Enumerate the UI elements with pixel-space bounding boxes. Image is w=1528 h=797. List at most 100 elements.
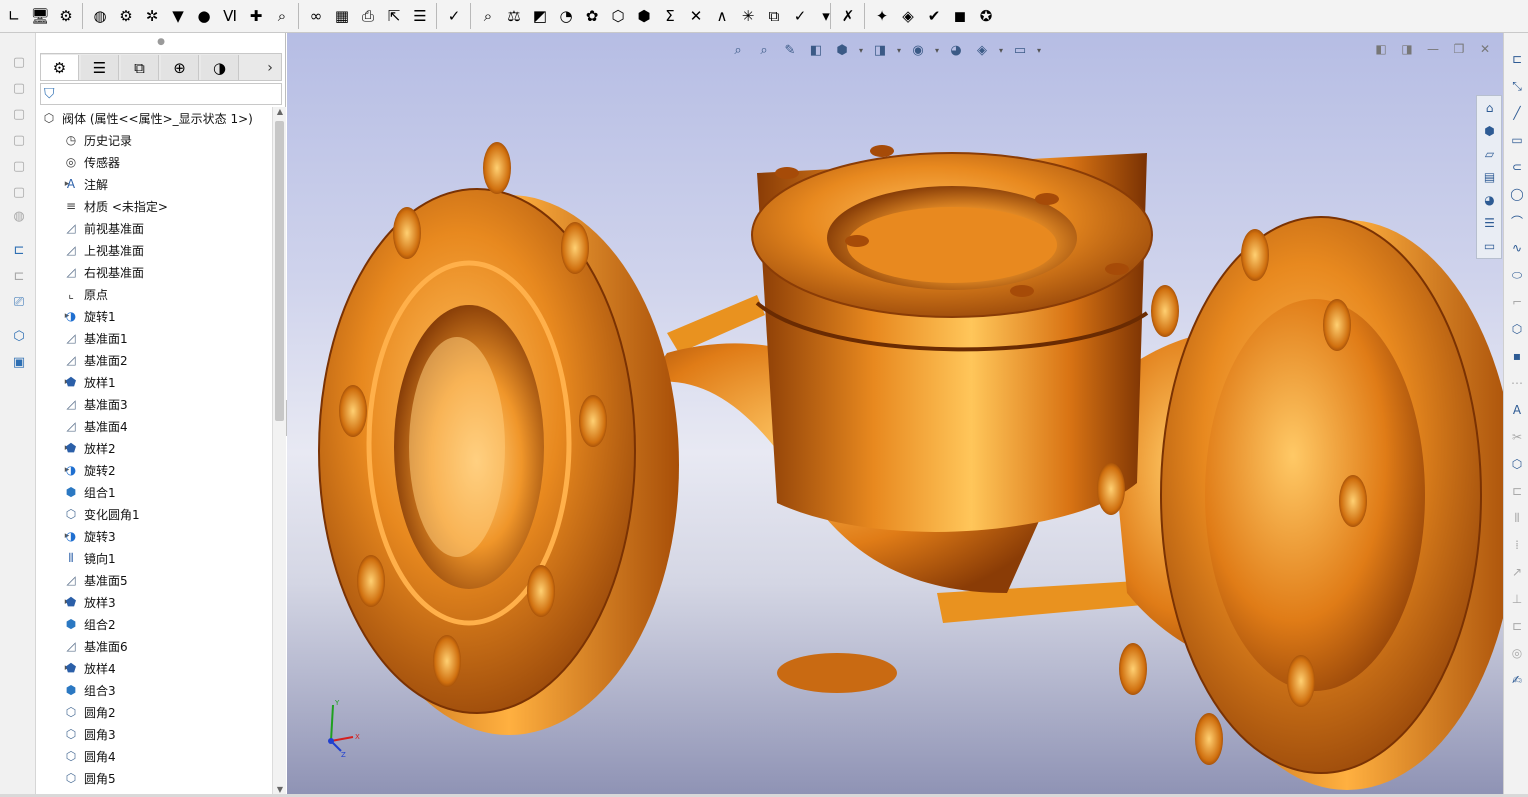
part-icon[interactable]: ⬡ — [8, 325, 30, 347]
polygon-icon[interactable]: ⬡ — [1507, 319, 1527, 339]
smart-dim-icon[interactable]: ⤡ — [1507, 76, 1527, 96]
tree-item[interactable]: ◿ 基准面2 — [36, 349, 272, 371]
monitor-small-icon[interactable]: ⎚ — [8, 291, 30, 313]
tabs-more-icon[interactable]: › — [261, 55, 279, 80]
tree-item[interactable]: ▸ A 注解 — [36, 173, 272, 195]
custom-properties-icon[interactable]: ☰ — [1479, 213, 1500, 233]
drawing-icon[interactable]: ▣ — [8, 351, 30, 373]
tree-item[interactable]: ⬢ 组合3 — [36, 679, 272, 701]
centerline-icon[interactable]: ⋯ — [1507, 373, 1527, 393]
point-icon[interactable]: ▪ — [1507, 346, 1527, 366]
tree-item[interactable]: ⬡ 圆角4 — [36, 745, 272, 767]
tree-item[interactable]: ◿ 前视基准面 — [36, 217, 272, 239]
pdm-icon[interactable]: ◼ — [948, 4, 972, 28]
home-icon[interactable]: ⌂ — [1479, 98, 1500, 118]
magnifier-icon[interactable]: ⌕ — [270, 4, 294, 28]
slot-icon[interactable]: ⊂ — [1507, 157, 1527, 177]
rapid-sketch-icon[interactable]: ✍ — [1507, 670, 1527, 690]
box-render-icon[interactable]: ◍ — [8, 205, 30, 227]
zoom-to-area-icon[interactable]: ⌕ — [753, 40, 775, 60]
section-view-icon[interactable]: ◧ — [805, 40, 827, 60]
view-orientation-icon[interactable]: ⬢ — [831, 40, 853, 60]
box-hidden-icon[interactable]: ▢ — [8, 103, 30, 125]
box-icon[interactable]: ▢ — [8, 51, 30, 73]
tree-item[interactable]: ▸ ⬟ 放样4 — [36, 657, 272, 679]
rect-sketch-icon[interactable]: ⊏ — [8, 239, 30, 261]
interference-icon[interactable]: ✓ — [788, 4, 812, 28]
tree-item[interactable]: ◷ 历史记录 — [36, 129, 272, 151]
mirror-sketch-icon[interactable]: ⫴ — [1507, 508, 1527, 528]
tree-item[interactable]: ▸ ◑ 旋转1 — [36, 305, 272, 327]
box-shaded-icon[interactable]: ▢ — [8, 129, 30, 151]
pattern-icon[interactable]: ⁞ — [1507, 535, 1527, 555]
chevron-down-icon[interactable]: ▾ — [997, 46, 1005, 55]
file-explorer-icon[interactable]: ▱ — [1479, 144, 1500, 164]
view-settings-icon[interactable]: ▭ — [1009, 40, 1031, 60]
previous-view-icon[interactable]: ✎ — [779, 40, 801, 60]
binoculars-icon[interactable]: ∞ — [304, 4, 328, 28]
panel-right-icon[interactable]: ◨ — [1399, 41, 1415, 57]
tree-item[interactable]: ⬡ 圆角3 — [36, 723, 272, 745]
section-icon[interactable]: ◩ — [528, 4, 552, 28]
report-icon[interactable]: ☰ — [408, 4, 432, 28]
tree-item[interactable]: ◎ 传感器 — [36, 151, 272, 173]
tab-featuremanager[interactable]: ⚙ — [41, 55, 79, 80]
spline-icon[interactable]: ∿ — [1507, 238, 1527, 258]
tree-item[interactable]: ⫴ 镜向1 — [36, 547, 272, 569]
hopper-icon[interactable]: ▼ — [166, 4, 190, 28]
repair-icon[interactable]: ⊏ — [1507, 616, 1527, 636]
tree-item[interactable]: ◿ 基准面1 — [36, 327, 272, 349]
tree-item[interactable]: ▸ ⬟ 放样1 — [36, 371, 272, 393]
spell-check-icon[interactable]: ✓ — [442, 4, 466, 28]
zoom-to-fit-icon[interactable]: ⌕ — [727, 40, 749, 60]
web-icon[interactable]: ✪ — [974, 4, 998, 28]
check-icon[interactable]: ✿ — [580, 4, 604, 28]
panel-grip[interactable]: ● — [36, 33, 286, 51]
approve-icon[interactable]: ✔ — [922, 4, 946, 28]
tree-item[interactable]: ◿ 基准面3 — [36, 393, 272, 415]
tree-item[interactable]: ⬢ 组合1 — [36, 481, 272, 503]
box-outline-icon[interactable]: ▢ — [8, 77, 30, 99]
draft-analysis-icon[interactable]: ∧ — [710, 4, 734, 28]
minimize-icon[interactable]: — — [1425, 41, 1441, 57]
tree-filter-bar[interactable]: ⛉ — [40, 83, 282, 105]
panel-left-icon[interactable]: ◧ — [1373, 41, 1389, 57]
monitor-icon[interactable]: 🖥 — [28, 4, 52, 28]
tree-scrollbar[interactable]: ▲ ▼ — [272, 107, 286, 797]
tree-item[interactable]: ◿ 基准面6 — [36, 635, 272, 657]
rectangle-icon[interactable]: ▭ — [1507, 130, 1527, 150]
sketch-rect-icon[interactable]: ⊏ — [1507, 49, 1527, 69]
tree-item[interactable]: ◿ 右视基准面 — [36, 261, 272, 283]
print-icon[interactable]: ⎙ — [356, 4, 380, 28]
tab-dimxpert[interactable]: ⊕ — [161, 55, 199, 80]
tree-item[interactable]: ▸ ⬟ 放样2 — [36, 437, 272, 459]
rect-outline-icon[interactable]: ⊏ — [8, 265, 30, 287]
line-icon[interactable]: ╱ — [1507, 103, 1527, 123]
convert-icon[interactable]: ⬡ — [1507, 454, 1527, 474]
hide-show-icon[interactable]: ◉ — [907, 40, 929, 60]
mass-properties-icon[interactable]: ⚖ — [502, 4, 526, 28]
offset-icon[interactable]: ⊏ — [1507, 481, 1527, 501]
dropdown-icon[interactable]: ▾ — [814, 4, 838, 28]
tree-item[interactable]: ⬢ 组合2 — [36, 613, 272, 635]
globe-icon[interactable]: ◍ — [88, 4, 112, 28]
gauge-icon[interactable]: ◔ — [554, 4, 578, 28]
location-pin-icon[interactable]: ● — [192, 4, 216, 28]
tab-configurationmanager[interactable]: ⧉ — [121, 55, 159, 80]
export-icon[interactable]: ⇱ — [382, 4, 406, 28]
table-check-icon[interactable]: ✗ — [836, 4, 860, 28]
scroll-up-icon[interactable]: ▲ — [273, 107, 287, 119]
chevron-down-icon[interactable]: ▾ — [1035, 46, 1043, 55]
scene-icon[interactable]: ◈ — [971, 40, 993, 60]
tree-root-item[interactable]: ⬡ 阀体 (属性<<属性>_显示状态 1>) — [36, 107, 272, 129]
arc-icon[interactable]: ⌒ — [1507, 211, 1527, 231]
forum-icon[interactable]: ▭ — [1479, 236, 1500, 256]
tree-item[interactable]: ▸ ◑ 旋转2 — [36, 459, 272, 481]
text-icon[interactable]: A — [1507, 400, 1527, 420]
chevron-down-icon[interactable]: ▾ — [857, 46, 865, 55]
circle-icon[interactable]: ◯ — [1507, 184, 1527, 204]
settings-icon[interactable]: ✲ — [140, 4, 164, 28]
chevron-down-icon[interactable]: ▾ — [933, 46, 941, 55]
move-icon[interactable]: ↗ — [1507, 562, 1527, 582]
restore-icon[interactable]: ❐ — [1451, 41, 1467, 57]
